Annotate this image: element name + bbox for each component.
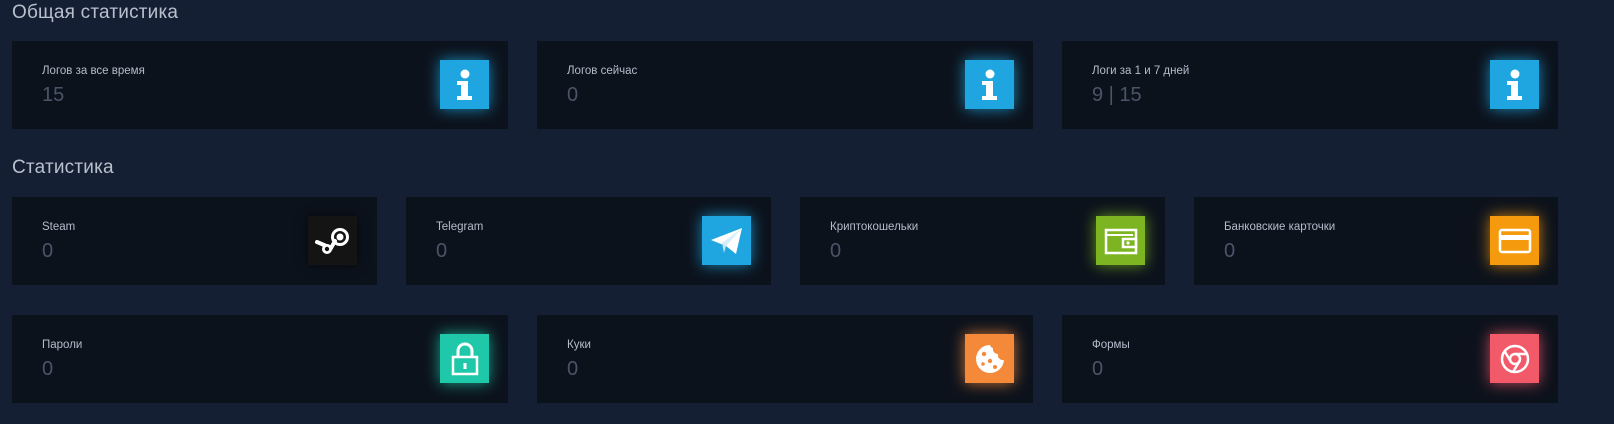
card-label: Steam [42, 221, 76, 233]
card-value: 0 [1092, 358, 1104, 380]
card-telegram: Telegram 0 [406, 197, 771, 285]
credit-card-icon [1490, 216, 1539, 265]
card-crypto-wallets: Криптокошельки 0 [800, 197, 1165, 285]
card-forms: Формы 0 [1062, 315, 1558, 403]
card-value: 0 [830, 240, 842, 262]
card-value: 0 [42, 358, 54, 380]
steam-icon [308, 216, 357, 265]
card-passwords: Пароли 0 [12, 315, 508, 403]
card-value: 9 | 15 [1092, 84, 1142, 106]
card-label: Логов за все время [42, 65, 145, 77]
info-icon [1490, 60, 1539, 109]
card-value: 0 [1224, 240, 1236, 262]
card-value: 0 [567, 84, 579, 106]
card-bank-cards: Банковские карточки 0 [1194, 197, 1558, 285]
card-logs-now: Логов сейчас 0 [537, 41, 1033, 129]
card-logs-1-7-days: Логи за 1 и 7 дней 9 | 15 [1062, 41, 1558, 129]
card-label: Telegram [436, 221, 484, 233]
card-value: 0 [42, 240, 54, 262]
card-value: 0 [436, 240, 448, 262]
lock-icon [440, 334, 489, 383]
card-label: Криптокошельки [830, 221, 919, 233]
chrome-icon [1490, 334, 1539, 383]
card-cookies: Куки 0 [537, 315, 1033, 403]
general-stats-title: Общая статистика [12, 2, 179, 23]
card-value: 0 [567, 358, 579, 380]
card-label: Куки [567, 339, 591, 351]
card-label: Логов сейчас [567, 65, 638, 77]
card-value: 15 [42, 84, 65, 106]
stats-title: Статистика [12, 157, 114, 178]
card-label: Формы [1092, 339, 1130, 351]
info-icon [440, 60, 489, 109]
card-logs-all-time: Логов за все время 15 [12, 41, 508, 129]
wallet-icon [1096, 216, 1145, 265]
telegram-icon [702, 216, 751, 265]
card-label: Банковские карточки [1224, 221, 1336, 233]
card-steam: Steam 0 [12, 197, 377, 285]
info-icon [965, 60, 1014, 109]
card-label: Логи за 1 и 7 дней [1092, 65, 1190, 77]
cookie-icon [965, 334, 1014, 383]
card-label: Пароли [42, 339, 83, 351]
